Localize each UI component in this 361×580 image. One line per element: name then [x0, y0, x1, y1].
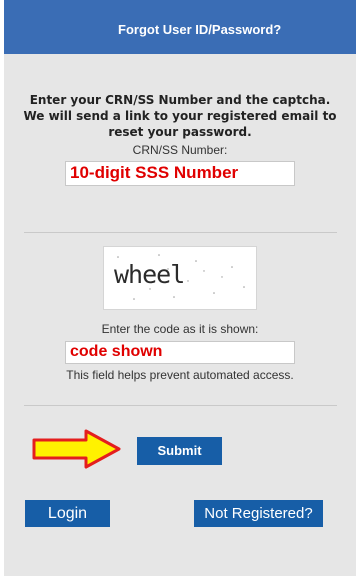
crn-input[interactable]: 10-digit SSS Number [65, 161, 295, 186]
captcha-word: wheel [114, 260, 185, 289]
captcha-image: wheel [103, 246, 257, 310]
panel-title: Forgot User ID/Password? [118, 22, 282, 37]
panel-header: Forgot User ID/Password? [4, 0, 356, 54]
divider [24, 405, 337, 406]
instructions-line-2: We will send a link to your registered e… [23, 109, 337, 123]
captcha-input[interactable]: code shown [65, 341, 295, 364]
instructions-text: Enter your CRN/SS Number and the captcha… [14, 92, 346, 140]
instructions-line-1: Enter your CRN/SS Number and the captcha… [29, 93, 331, 107]
captcha-input-annotation: code shown [70, 343, 163, 360]
submit-button[interactable]: Submit [137, 437, 222, 465]
forgot-password-panel: Forgot User ID/Password? Enter your CRN/… [4, 0, 356, 576]
instructions-line-3: reset your password. [108, 125, 252, 139]
not-registered-button[interactable]: Not Registered? [194, 500, 323, 527]
divider [24, 232, 337, 233]
crn-label: CRN/SS Number: [132, 143, 228, 157]
login-button[interactable]: Login [25, 500, 110, 527]
captcha-label: Enter the code as it is shown: [101, 322, 259, 336]
captcha-help-text: This field helps prevent automated acces… [66, 368, 294, 382]
crn-input-annotation: 10-digit SSS Number [70, 163, 239, 182]
yellow-arrow-icon [32, 429, 121, 469]
